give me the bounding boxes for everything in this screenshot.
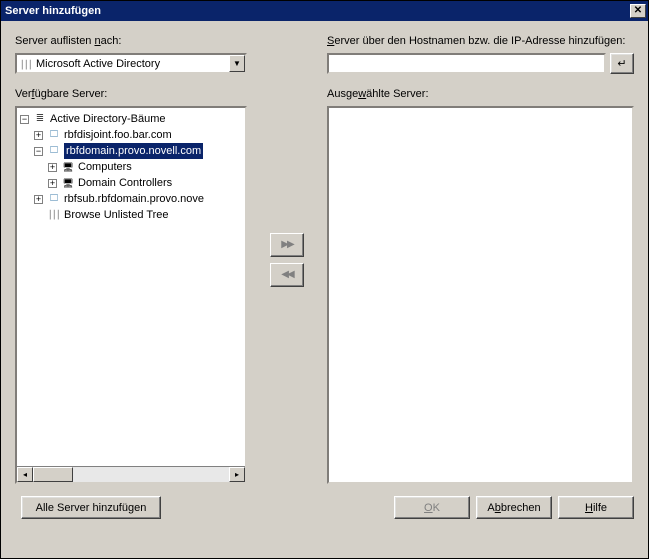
- dialog-buttons: Alle Server hinzufügen OK Abbrechen Hilf…: [15, 496, 634, 519]
- expand-icon[interactable]: +: [48, 179, 57, 188]
- ok-button[interactable]: OK: [394, 496, 470, 519]
- collapse-icon[interactable]: −: [34, 147, 43, 156]
- tree-node[interactable]: + rbfdisjoint.foo.bar.com: [20, 127, 242, 143]
- expand-icon[interactable]: +: [48, 163, 57, 172]
- transfer-buttons: ▶▶ ◀◀: [267, 35, 307, 484]
- tree-node[interactable]: Browse Unlisted Tree: [20, 207, 242, 223]
- dropdown-arrow-icon[interactable]: ▼: [229, 55, 245, 72]
- close-button[interactable]: ✕: [630, 4, 646, 18]
- scroll-thumb[interactable]: [33, 467, 73, 482]
- scroll-left-icon[interactable]: ◂: [17, 467, 33, 482]
- selected-servers-list[interactable]: [327, 106, 634, 484]
- directory-type-dropdown[interactable]: Microsoft Active Directory ▼: [15, 53, 247, 74]
- add-button[interactable]: ▶▶: [270, 233, 304, 257]
- window-title: Server hinzufügen: [5, 5, 630, 17]
- scroll-right-icon[interactable]: ▸: [229, 467, 245, 482]
- add-all-button[interactable]: Alle Server hinzufügen: [21, 496, 161, 519]
- domain-icon: [47, 143, 61, 159]
- list-by-label: Server auflisten nach:: [15, 35, 247, 47]
- expand-icon[interactable]: +: [34, 131, 43, 140]
- available-servers-label: Verfügbare Server:: [15, 88, 247, 100]
- horizontal-scrollbar[interactable]: ◂ ▸: [17, 466, 245, 482]
- titlebar: Server hinzufügen ✕: [1, 1, 648, 21]
- tree-root[interactable]: − Active Directory-Bäume: [20, 111, 242, 127]
- dialog-window: Server hinzufügen ✕ Server auflisten nac…: [0, 0, 649, 559]
- domain-icon: [47, 191, 61, 207]
- directory-icon: [33, 111, 47, 127]
- hostname-submit-button[interactable]: ↵: [610, 53, 634, 74]
- computers-icon: [61, 159, 75, 176]
- tree-node[interactable]: + Domain Controllers: [20, 175, 242, 191]
- cancel-button[interactable]: Abbrechen: [476, 496, 552, 519]
- tree-node[interactable]: + Computers: [20, 159, 242, 175]
- help-button[interactable]: Hilfe: [558, 496, 634, 519]
- controllers-icon: [61, 175, 75, 192]
- network-icon: [47, 207, 61, 223]
- hostname-input[interactable]: [327, 53, 606, 74]
- network-icon: [20, 59, 32, 69]
- available-servers-tree[interactable]: − Active Directory-Bäume + rbfdisjoint.f…: [15, 106, 247, 484]
- tree-node-selected[interactable]: − rbfdomain.provo.novell.com: [20, 143, 242, 159]
- tree-node[interactable]: + rbfsub.rbfdomain.provo.nove: [20, 191, 242, 207]
- hostname-label: Server über den Hostnamen bzw. die IP-Ad…: [327, 35, 634, 47]
- collapse-icon[interactable]: −: [20, 115, 29, 124]
- domain-icon: [47, 127, 61, 143]
- remove-button[interactable]: ◀◀: [270, 263, 304, 287]
- dropdown-text: Microsoft Active Directory: [36, 58, 229, 70]
- selected-servers-label: Ausgewählte Server:: [327, 88, 634, 100]
- expand-icon[interactable]: +: [34, 195, 43, 204]
